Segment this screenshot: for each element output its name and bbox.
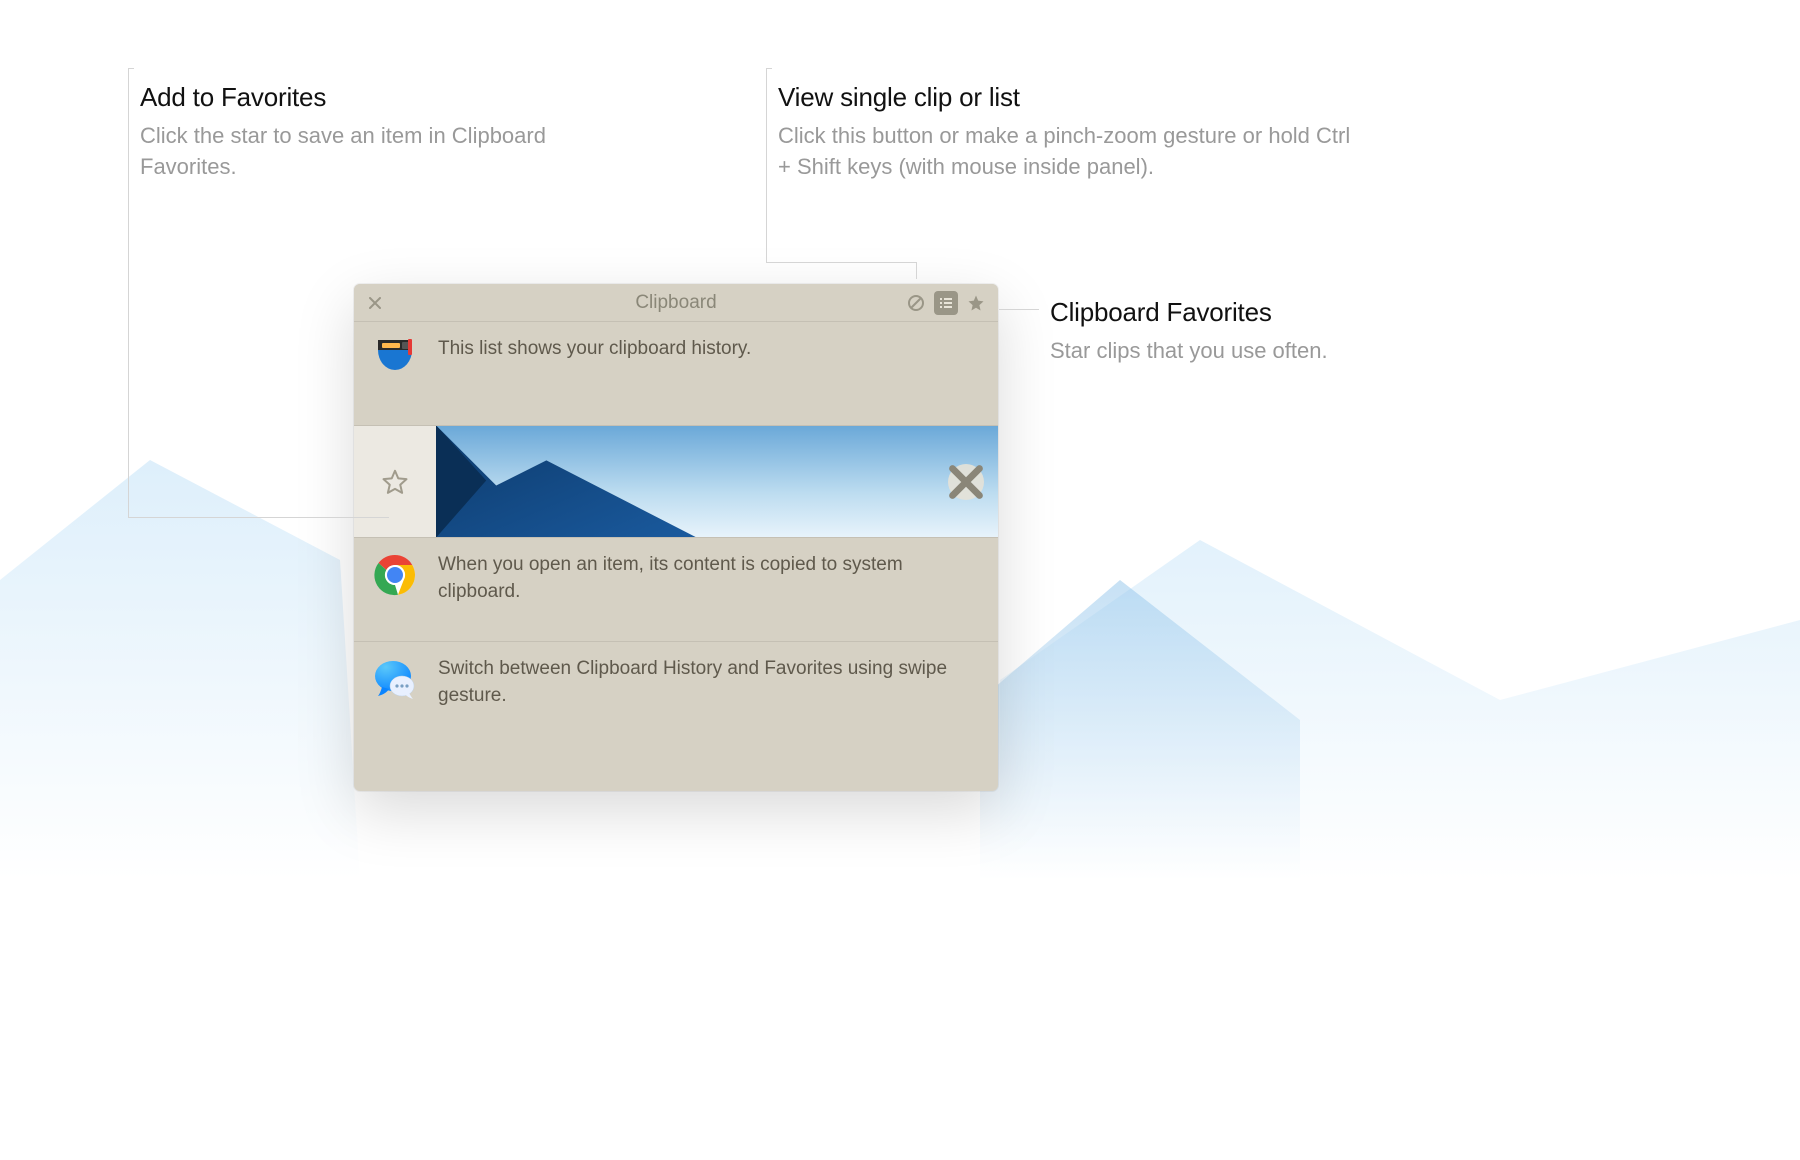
clipboard-panel: Clipboard: [354, 284, 998, 791]
callout-view-mode: View single clip or list Click this butt…: [778, 82, 1358, 183]
clear-button[interactable]: [904, 291, 928, 315]
list-icon: [937, 294, 955, 312]
list-item[interactable]: When you open an item, its content is co…: [354, 538, 998, 642]
callout-clipboard-favorites: Clipboard Favorites Star clips that you …: [1050, 297, 1330, 367]
item-icon-slot: [354, 642, 436, 702]
list-item-selected[interactable]: [354, 426, 998, 538]
panel-header: Clipboard: [354, 284, 998, 322]
close-icon: [369, 297, 381, 309]
favorites-button[interactable]: [964, 291, 988, 315]
item-icon-slot: [354, 322, 436, 382]
list-view-button[interactable]: [934, 291, 958, 315]
item-image-thumbnail: [436, 426, 998, 537]
favorite-star-button[interactable]: [380, 467, 410, 497]
messages-app-icon: [372, 656, 418, 702]
chrome-app-icon: [372, 552, 418, 598]
callout-description: Click this button or make a pinch-zoom g…: [778, 121, 1358, 183]
favorite-toggle-slot: [354, 426, 436, 537]
item-icon-slot: [354, 538, 436, 598]
list-item[interactable]: This list shows your clipboard history.: [354, 322, 998, 426]
panel-actions: [904, 291, 988, 315]
close-button[interactable]: [366, 294, 384, 312]
list-item[interactable]: Switch between Clipboard History and Fav…: [354, 642, 998, 746]
star-icon: [967, 294, 985, 312]
callout-add-to-favorites: Add to Favorites Click the star to save …: [140, 82, 560, 183]
callout-title: Clipboard Favorites: [1050, 297, 1330, 328]
callout-title: View single clip or list: [778, 82, 1358, 113]
x-icon: [948, 464, 984, 500]
item-text: This list shows your clipboard history.: [436, 322, 998, 377]
delete-item-button[interactable]: [948, 464, 984, 500]
callout-description: Click the star to save an item in Clipbo…: [140, 121, 560, 183]
item-text: When you open an item, its content is co…: [436, 538, 998, 619]
star-outline-icon: [380, 467, 410, 497]
no-entry-icon: [907, 294, 925, 312]
callout-title: Add to Favorites: [140, 82, 560, 113]
panel-title: Clipboard: [354, 292, 998, 314]
clipboard-list: This list shows your clipboard history.: [354, 322, 998, 746]
callout-description: Star clips that you use often.: [1050, 336, 1330, 367]
item-text: Switch between Clipboard History and Fav…: [436, 642, 998, 723]
pocket-app-icon: [372, 336, 418, 382]
